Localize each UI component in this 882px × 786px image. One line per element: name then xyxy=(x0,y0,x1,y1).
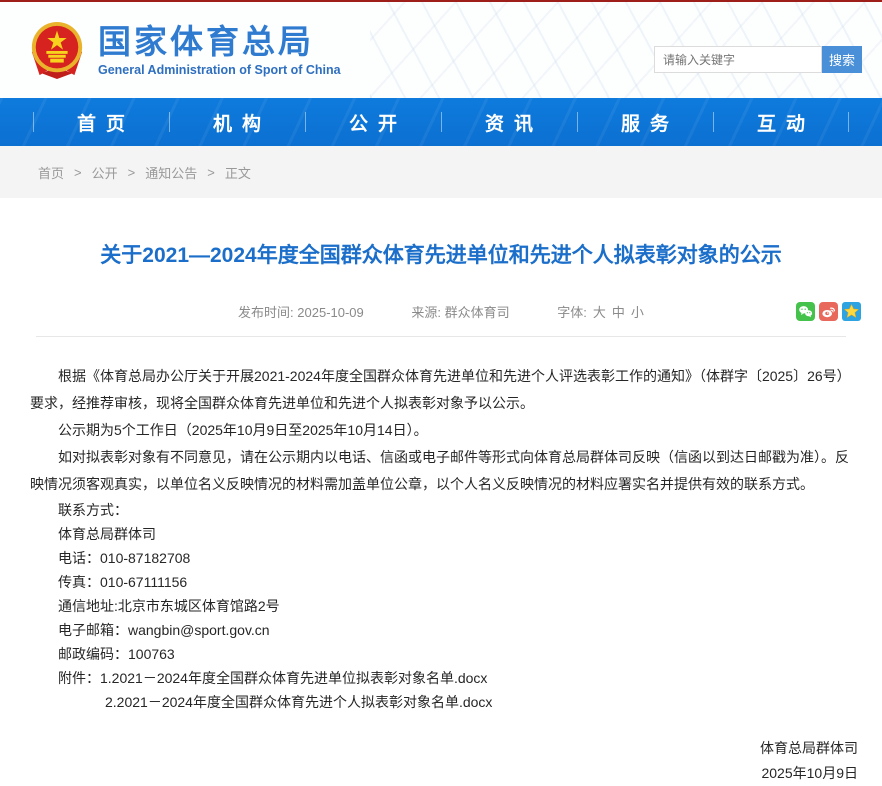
font-size-large[interactable]: 大 xyxy=(593,305,606,320)
main-nav: 首页 机构 公开 资讯 服务 互动 xyxy=(0,98,882,146)
search-button[interactable]: 搜索 xyxy=(822,46,862,73)
contact-email: 电子邮箱：wangbin@sport.gov.cn xyxy=(30,618,862,642)
site-logo[interactable]: 国家体育总局 General Administration of Sport o… xyxy=(28,19,341,81)
site-name-en: General Administration of Sport of China xyxy=(98,63,341,77)
meta-divider xyxy=(36,336,846,337)
attachment-2[interactable]: 2.2021－2024年度全国群众体育先进个人拟表彰对象名单.docx xyxy=(30,690,862,714)
paragraph: 根据《体育总局办公厅关于开展2021-2024年度全国群众体育先进单位和先进个人… xyxy=(30,363,862,417)
contact-phone: 电话：010-87182708 xyxy=(30,546,862,570)
nav-item-news[interactable]: 资讯 xyxy=(441,98,577,146)
contact-postcode: 邮政编码：100763 xyxy=(30,642,862,666)
signature-date: 2025年10月9日 xyxy=(0,761,858,786)
article-body: 根据《体育总局办公厅关于开展2021-2024年度全国群众体育先进单位和先进个人… xyxy=(0,363,882,714)
article: 关于2021—2024年度全国群众体育先进单位和先进个人拟表彰对象的公示 发布时… xyxy=(0,242,882,786)
paragraph: 公示期为5个工作日（2025年10月9日至2025年10月14日）。 xyxy=(30,417,862,444)
contact-address: 通信地址:北京市东城区体育馆路2号 xyxy=(30,594,862,618)
breadcrumb-separator: > xyxy=(128,165,136,180)
font-size-label: 字体: xyxy=(557,305,587,320)
site-name: 国家体育总局 xyxy=(98,24,341,60)
breadcrumb-separator: > xyxy=(207,165,215,180)
qzone-star-icon[interactable] xyxy=(842,302,861,321)
breadcrumb: 首页 > 公开 > 通知公告 > 正文 xyxy=(0,146,882,198)
signature-block: 体育总局群体司 2025年10月9日 xyxy=(0,736,882,786)
contact-department: 体育总局群体司 xyxy=(30,522,862,546)
paragraph: 如对拟表彰对象有不同意见，请在公示期内以电话、信函或电子邮件等形式向体育总局群体… xyxy=(30,444,862,498)
nav-item-public[interactable]: 公开 xyxy=(305,98,441,146)
share-icons xyxy=(796,302,861,321)
contact-fax: 传真：010-67111156 xyxy=(30,570,862,594)
site-header: 国家体育总局 General Administration of Sport o… xyxy=(0,2,882,98)
breadcrumb-notices[interactable]: 通知公告 xyxy=(145,163,197,182)
font-size-control: 字体: 大中小 xyxy=(557,305,644,320)
source: 来源: 群众体育司 xyxy=(411,305,509,320)
page-title: 关于2021—2024年度全国群众体育先进单位和先进个人拟表彰对象的公示 xyxy=(40,242,842,270)
nav-item-home[interactable]: 首页 xyxy=(33,98,169,146)
contact-heading: 联系方式： xyxy=(30,498,862,522)
font-size-medium[interactable]: 中 xyxy=(612,305,625,320)
article-meta: 发布时间: 2025-10-09 来源: 群众体育司 字体: 大中小 xyxy=(0,302,882,322)
nav-item-service[interactable]: 服务 xyxy=(577,98,713,146)
wechat-icon[interactable] xyxy=(796,302,815,321)
font-size-small[interactable]: 小 xyxy=(631,305,644,320)
site-title-block: 国家体育总局 General Administration of Sport o… xyxy=(98,24,341,77)
weibo-icon[interactable] xyxy=(819,302,838,321)
breadcrumb-home[interactable]: 首页 xyxy=(38,163,64,182)
breadcrumb-current: 正文 xyxy=(225,163,251,182)
search-input[interactable] xyxy=(654,46,822,73)
national-emblem-icon xyxy=(28,19,86,81)
attachment-1[interactable]: 附件：1.2021－2024年度全国群众体育先进单位拟表彰对象名单.docx xyxy=(30,666,862,690)
breadcrumb-public[interactable]: 公开 xyxy=(92,163,118,182)
search-box: 搜索 xyxy=(654,46,862,73)
publish-date: 发布时间: 2025-10-09 xyxy=(238,305,364,320)
nav-item-interact[interactable]: 互动 xyxy=(713,98,849,146)
breadcrumb-separator: > xyxy=(74,165,82,180)
signature-department: 体育总局群体司 xyxy=(0,736,858,761)
nav-item-org[interactable]: 机构 xyxy=(169,98,305,146)
